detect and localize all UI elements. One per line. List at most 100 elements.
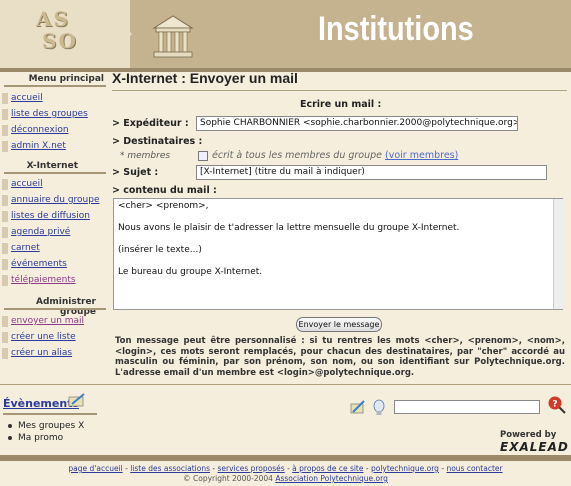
event-item[interactable]: Mes groupes X xyxy=(8,421,85,431)
sidebar-item-evenements[interactable]: événements xyxy=(2,258,106,271)
textarea-scrollbar[interactable] xyxy=(553,199,563,309)
header-arrow-decoration xyxy=(100,0,132,68)
pencil-icon xyxy=(68,393,85,407)
copyright-link[interactable]: Association Polytechnique.org xyxy=(275,474,388,483)
group-menu-title: X-Internet xyxy=(26,161,78,171)
sidebar-item-group-accueil[interactable]: accueil xyxy=(2,178,106,191)
menu-bullet-icon xyxy=(2,348,8,359)
menu-bullet-icon xyxy=(2,211,8,222)
footer-link-services[interactable]: services proposés xyxy=(217,464,284,473)
menu-bullet-icon xyxy=(2,259,8,270)
lightbulb-icon[interactable] xyxy=(372,399,386,417)
footer-link-home[interactable]: page d'accueil xyxy=(68,464,122,473)
sidebar-link[interactable]: créer un alias xyxy=(11,347,72,360)
subject-field[interactable]: [X-Internet] (titre du mail à indiquer) xyxy=(196,165,547,180)
site-logo[interactable]: AS SO xyxy=(36,8,96,52)
menu-separator xyxy=(4,308,106,310)
members-label: * membres xyxy=(120,151,171,161)
sidebar-item-creer-alias[interactable]: créer un alias xyxy=(2,347,106,360)
checkbox-text: écrit à tous les membres du groupe xyxy=(212,150,382,161)
menu-bullet-icon xyxy=(2,195,8,206)
sender-label: > Expéditeur : xyxy=(112,118,189,129)
sidebar-link[interactable]: listes de diffusion xyxy=(11,210,90,223)
sidebar-item-admin-xnet[interactable]: admin X.net xyxy=(2,140,106,153)
see-members-link[interactable]: (voir membres) xyxy=(385,150,458,161)
menu-bullet-icon xyxy=(2,316,8,327)
site-header: AS SO Institutions xyxy=(0,0,571,68)
exalead-logo[interactable]: EXALEAD xyxy=(500,440,569,454)
members-checkbox[interactable] xyxy=(198,151,208,161)
page-title: X-Internet : Envoyer un mail xyxy=(112,70,298,86)
send-message-button[interactable]: Envoyer le message xyxy=(296,317,382,332)
footer-links: page d'accueil - liste des associations … xyxy=(68,464,503,473)
powered-by-label: Powered by xyxy=(500,430,557,440)
edit-icon[interactable] xyxy=(350,399,366,415)
sender-field[interactable]: Sophie CHARBONNIER <sophie.charbonnier.2… xyxy=(196,116,518,131)
sidebar-link[interactable]: liste des groupes xyxy=(11,108,88,121)
menu-separator xyxy=(4,85,106,87)
sidebar-item-envoyer-mail[interactable]: envoyer un mail xyxy=(2,315,106,328)
svg-text:?: ? xyxy=(552,400,557,410)
institution-temple-icon xyxy=(152,15,194,58)
bullet-icon xyxy=(8,436,12,440)
bullet-icon xyxy=(8,424,12,428)
title-underline xyxy=(112,90,567,91)
menu-separator xyxy=(4,172,106,174)
content-divider xyxy=(0,384,571,385)
events-underline xyxy=(3,413,97,415)
main-menu-title: Menu principal xyxy=(28,74,104,84)
sidebar: Menu principal accueil liste des groupes… xyxy=(0,72,108,382)
menu-bullet-icon xyxy=(2,243,8,254)
menu-bullet-icon xyxy=(2,179,8,190)
footer-divider xyxy=(0,455,571,461)
sidebar-link[interactable]: télépaiements xyxy=(11,274,76,287)
menu-bullet-icon xyxy=(2,125,8,136)
menu-bullet-icon xyxy=(2,109,8,120)
sidebar-link[interactable]: envoyer un mail xyxy=(11,315,84,328)
event-item-label: Mes groupes X xyxy=(18,421,85,431)
sidebar-item-deconnexion[interactable]: déconnexion xyxy=(2,124,106,137)
sidebar-link[interactable]: accueil xyxy=(11,92,43,105)
sidebar-item-carnet[interactable]: carnet xyxy=(2,242,106,255)
footer-copyright: © Copyright 2000-2004 Association Polyte… xyxy=(0,474,571,483)
footer-link-contact[interactable]: nous contacter xyxy=(446,464,502,473)
sidebar-link[interactable]: déconnexion xyxy=(11,124,69,137)
menu-bullet-icon xyxy=(2,93,8,104)
sidebar-item-agenda[interactable]: agenda privé xyxy=(2,226,106,239)
copyright-text: © Copyright 2000-2004 xyxy=(183,474,273,483)
sidebar-item-listes-diffusion[interactable]: listes de diffusion xyxy=(2,210,106,223)
sidebar-link[interactable]: admin X.net xyxy=(11,140,66,153)
sidebar-link[interactable]: carnet xyxy=(11,242,40,255)
footer-link-associations[interactable]: liste des associations xyxy=(130,464,210,473)
footer-link-polytechnique[interactable]: polytechnique.org xyxy=(371,464,439,473)
logo-line-1: AS xyxy=(36,7,70,31)
admin-menu-title: Administrer groupe xyxy=(35,297,96,317)
banner-title: Institutions xyxy=(318,10,474,48)
sidebar-link[interactable]: créer une liste xyxy=(11,331,76,344)
sidebar-item-accueil[interactable]: accueil xyxy=(2,92,106,105)
sidebar-link[interactable]: annuaire du groupe xyxy=(11,194,100,207)
recipients-label: > Destinataires : xyxy=(112,136,203,147)
footer-link-about[interactable]: à propos de ce site xyxy=(292,464,363,473)
sidebar-link[interactable]: événements xyxy=(11,258,67,271)
event-item[interactable]: Ma promo xyxy=(8,433,64,443)
search-input[interactable] xyxy=(394,400,540,414)
sidebar-link[interactable]: agenda privé xyxy=(11,226,70,239)
form-title: Ecrire un mail : xyxy=(300,99,382,110)
message-textarea[interactable]: <cher> <prenom>, Nous avons le plaisir d… xyxy=(113,198,563,310)
sidebar-item-creer-liste[interactable]: créer une liste xyxy=(2,331,106,344)
content-label: > contenu du mail : xyxy=(112,185,217,196)
members-checkbox-label: écrit à tous les membres du groupe (voir… xyxy=(212,150,458,161)
sidebar-item-annuaire[interactable]: annuaire du groupe xyxy=(2,194,106,207)
sidebar-item-telepaiements[interactable]: télépaiements xyxy=(2,274,106,287)
personalization-info: Ton message peut être personnalisé : si … xyxy=(115,336,565,378)
sidebar-link[interactable]: accueil xyxy=(11,178,43,191)
event-item-label: Ma promo xyxy=(18,433,64,443)
search-icon[interactable]: ? xyxy=(547,395,567,415)
menu-bullet-icon xyxy=(2,227,8,238)
logo-line-2: SO xyxy=(42,29,78,53)
sidebar-item-liste-groupes[interactable]: liste des groupes xyxy=(2,108,106,121)
subject-label: > Sujet : xyxy=(112,167,159,178)
menu-bullet-icon xyxy=(2,332,8,343)
menu-bullet-icon xyxy=(2,141,8,152)
